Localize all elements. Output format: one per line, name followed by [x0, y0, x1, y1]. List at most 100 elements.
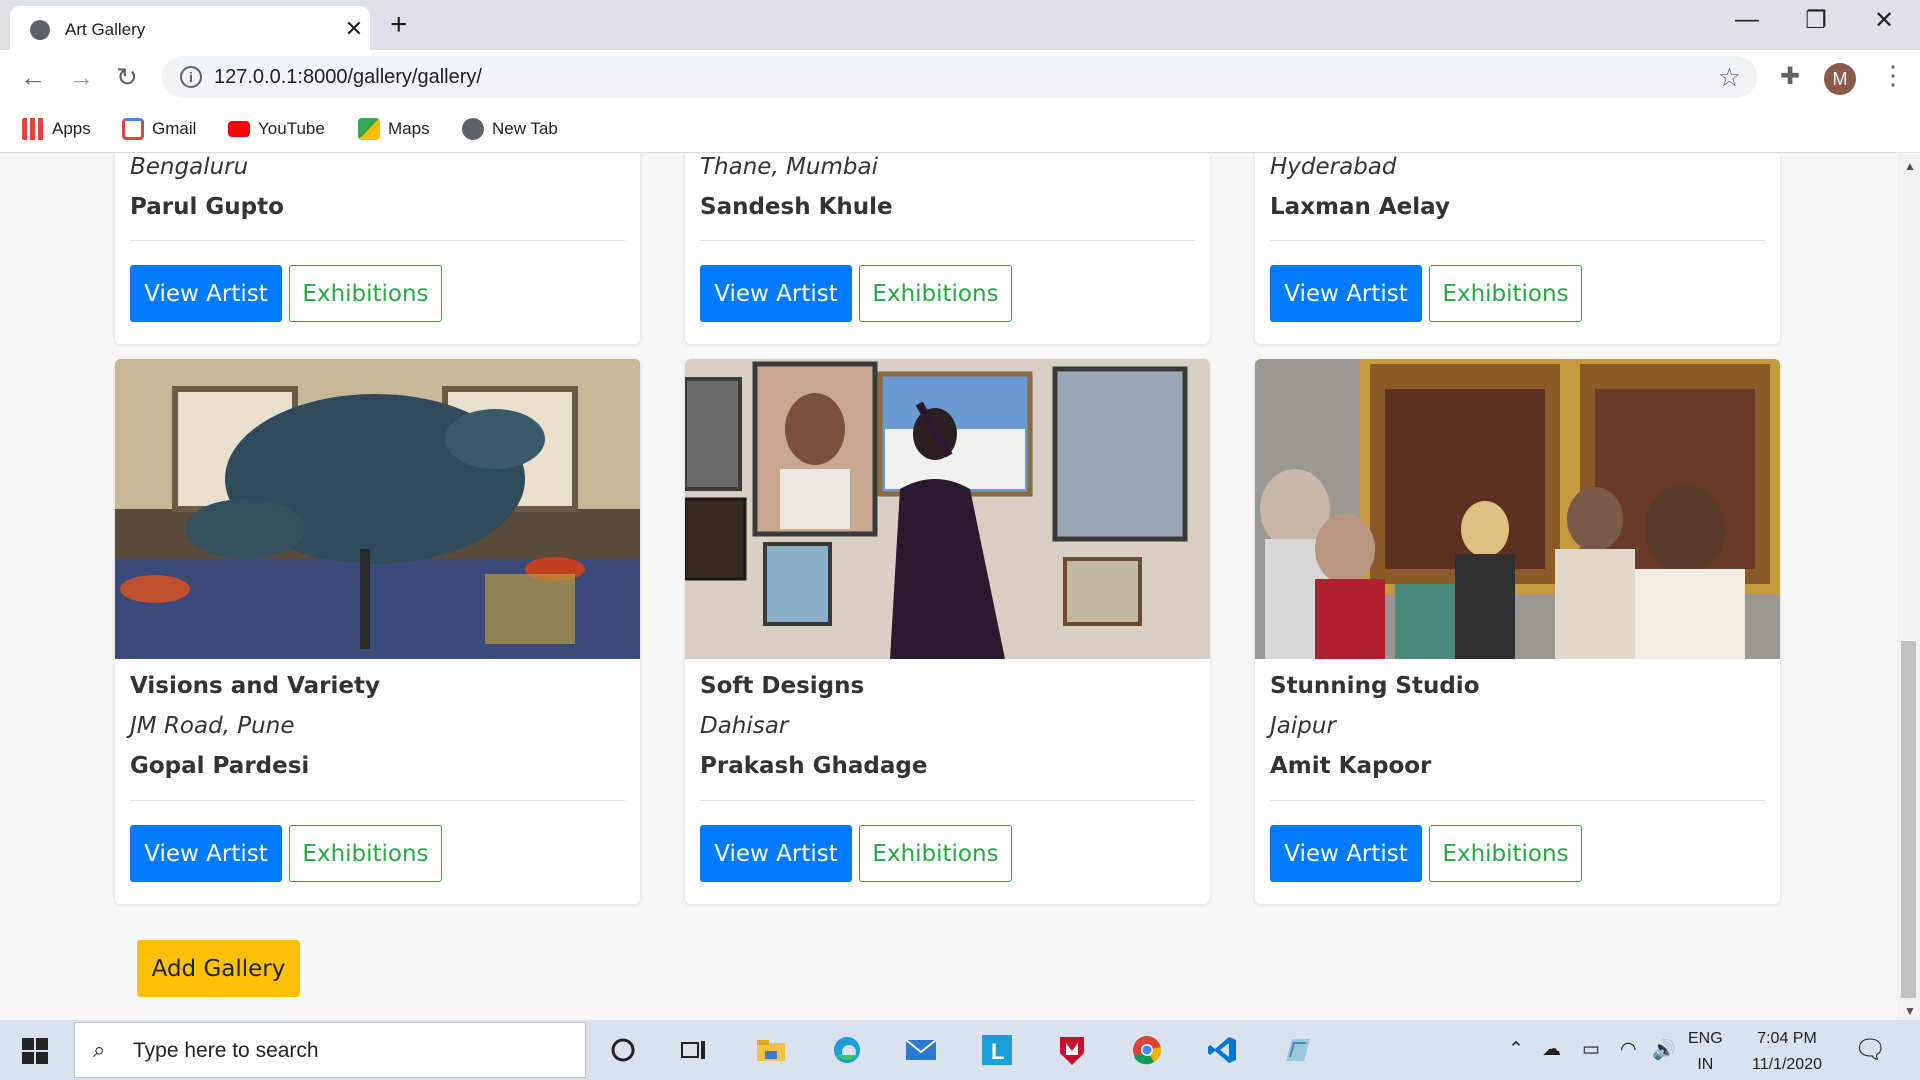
globe-icon: [462, 118, 484, 140]
page-scrollbar[interactable]: ▲ ▼: [1897, 154, 1920, 1020]
view-artist-button[interactable]: View Artist: [1270, 825, 1422, 882]
close-tab-icon[interactable]: ✕: [340, 16, 368, 44]
gallery-card: Bengaluru Parul Gupto View Artist Exhibi…: [115, 154, 640, 344]
gallery-title: Soft Designs: [700, 673, 865, 699]
bookmark-label: Maps: [388, 119, 430, 138]
address-bar[interactable]: i 127.0.0.1:8000/gallery/gallery/ ☆: [162, 56, 1757, 98]
page-content: Bengaluru Parul Gupto View Artist Exhibi…: [0, 154, 1897, 1020]
card-divider: [1270, 240, 1765, 241]
view-artist-button[interactable]: View Artist: [700, 825, 852, 882]
cortana-icon[interactable]: [604, 1032, 642, 1068]
site-info-icon[interactable]: i: [180, 66, 202, 88]
card-divider: [1270, 800, 1765, 801]
gallery-location: Jaipur: [1270, 713, 1336, 739]
youtube-icon: [228, 121, 250, 137]
mail-icon[interactable]: [902, 1032, 940, 1068]
gmail-icon: [122, 118, 144, 140]
windows-taskbar: ⌕ Type here to search L ⌃ ☁ ▭ ◠ 🔊 ENG IN…: [0, 1020, 1920, 1080]
tab-title: Art Gallery: [65, 20, 146, 39]
restore-button[interactable]: ❐: [1796, 6, 1836, 35]
browser-menu-icon[interactable]: ⋮: [1880, 60, 1906, 91]
edge-browser-icon[interactable]: [828, 1032, 866, 1068]
system-clock[interactable]: 7:04 PM 11/1/2020: [1742, 1026, 1832, 1078]
browser-toolbar: ← → ↻ i 127.0.0.1:8000/gallery/gallery/ …: [0, 50, 1920, 105]
bookmark-label: Apps: [52, 119, 91, 138]
minimize-button[interactable]: —: [1727, 6, 1767, 34]
add-gallery-button[interactable]: Add Gallery: [137, 940, 300, 997]
scrollbar-thumb[interactable]: [1901, 641, 1916, 998]
taskbar-search-box[interactable]: ⌕ Type here to search: [74, 1022, 586, 1078]
scroll-down-arrow-icon[interactable]: ▼: [1904, 1004, 1916, 1018]
bookmark-gmail[interactable]: Gmail: [122, 115, 196, 143]
search-placeholder: Type here to search: [133, 1039, 319, 1062]
gallery-location: Dahisar: [700, 713, 789, 739]
exhibitions-button[interactable]: Exhibitions: [1429, 825, 1582, 882]
bookmark-youtube[interactable]: YouTube: [228, 115, 325, 143]
browser-tab-bar: Art Gallery ✕ + — ❐ ✕: [0, 0, 1920, 50]
gallery-card: Hyderabad Laxman Aelay View Artist Exhib…: [1255, 154, 1780, 344]
file-explorer-icon[interactable]: [752, 1032, 790, 1068]
notepad-icon[interactable]: [1278, 1032, 1316, 1068]
exhibitions-button[interactable]: Exhibitions: [859, 825, 1012, 882]
bookmark-label: New Tab: [492, 119, 558, 138]
scroll-up-arrow-icon[interactable]: ▲: [1904, 159, 1916, 173]
bookmarks-bar: Apps Gmail YouTube Maps New Tab: [0, 105, 1920, 153]
clock-date: 11/1/2020: [1752, 1056, 1822, 1073]
bookmark-star-icon[interactable]: ☆: [1718, 62, 1741, 93]
show-hidden-icons-icon[interactable]: ⌃: [1508, 1038, 1524, 1061]
back-button[interactable]: ←: [20, 62, 46, 93]
language-code: ENG: [1688, 1030, 1723, 1047]
gallery-photo[interactable]: [115, 359, 640, 659]
card-divider: [700, 800, 1195, 801]
gallery-owner: Laxman Aelay: [1270, 194, 1450, 220]
gallery-card: Visions and Variety JM Road, Pune Gopal …: [115, 359, 640, 904]
onedrive-icon[interactable]: ☁: [1542, 1038, 1561, 1061]
view-artist-button[interactable]: View Artist: [130, 825, 282, 882]
gallery-photo[interactable]: [685, 359, 1210, 659]
input-language-indicator[interactable]: ENG IN: [1688, 1026, 1723, 1078]
bookmark-new-tab[interactable]: New Tab: [462, 115, 558, 143]
view-artist-button[interactable]: View Artist: [700, 265, 852, 322]
browser-tab[interactable]: Art Gallery ✕: [10, 6, 370, 50]
windows-start-icon[interactable]: [22, 1038, 48, 1064]
bookmark-maps[interactable]: Maps: [358, 115, 430, 143]
view-artist-button[interactable]: View Artist: [130, 265, 282, 322]
gallery-title: Visions and Variety: [130, 673, 380, 699]
card-divider: [130, 800, 625, 801]
exhibitions-button[interactable]: Exhibitions: [859, 265, 1012, 322]
forward-button[interactable]: →: [68, 62, 94, 93]
chrome-icon[interactable]: [1128, 1032, 1166, 1068]
l-app-icon[interactable]: L: [978, 1032, 1016, 1068]
gallery-owner: Amit Kapoor: [1270, 753, 1432, 779]
volume-icon[interactable]: 🔊: [1652, 1038, 1676, 1062]
close-window-button[interactable]: ✕: [1864, 6, 1904, 35]
exhibitions-button[interactable]: Exhibitions: [289, 825, 442, 882]
bookmark-label: YouTube: [258, 119, 325, 138]
new-tab-button[interactable]: +: [390, 8, 408, 42]
mcafee-icon[interactable]: [1053, 1032, 1091, 1068]
card-divider: [130, 240, 625, 241]
exhibitions-button[interactable]: Exhibitions: [1429, 265, 1582, 322]
globe-icon: [30, 20, 50, 40]
vscode-icon[interactable]: [1203, 1032, 1241, 1068]
clock-time: 7:04 PM: [1757, 1030, 1817, 1047]
gallery-photo[interactable]: [1255, 359, 1780, 659]
gallery-owner: Gopal Pardesi: [130, 753, 310, 779]
gallery-owner: Prakash Ghadage: [700, 753, 928, 779]
maps-icon: [358, 118, 380, 140]
battery-icon[interactable]: ▭: [1582, 1038, 1600, 1061]
view-artist-button[interactable]: View Artist: [1270, 265, 1422, 322]
reload-button[interactable]: ↻: [116, 62, 138, 93]
notification-center-icon[interactable]: 🗨: [1854, 1034, 1887, 1065]
task-view-icon[interactable]: [675, 1032, 713, 1068]
gallery-location: JM Road, Pune: [130, 713, 295, 739]
card-divider: [700, 240, 1195, 241]
exhibitions-button[interactable]: Exhibitions: [289, 265, 442, 322]
profile-avatar[interactable]: M: [1824, 63, 1856, 95]
url-text[interactable]: 127.0.0.1:8000/gallery/gallery/: [214, 66, 482, 89]
bookmark-apps[interactable]: Apps: [22, 115, 91, 143]
wifi-icon[interactable]: ◠: [1620, 1038, 1637, 1061]
extensions-icon[interactable]: ✚: [1780, 62, 1800, 91]
gallery-card: Thane, Mumbai Sandesh Khule View Artist …: [685, 154, 1210, 344]
bookmark-label: Gmail: [152, 119, 197, 138]
